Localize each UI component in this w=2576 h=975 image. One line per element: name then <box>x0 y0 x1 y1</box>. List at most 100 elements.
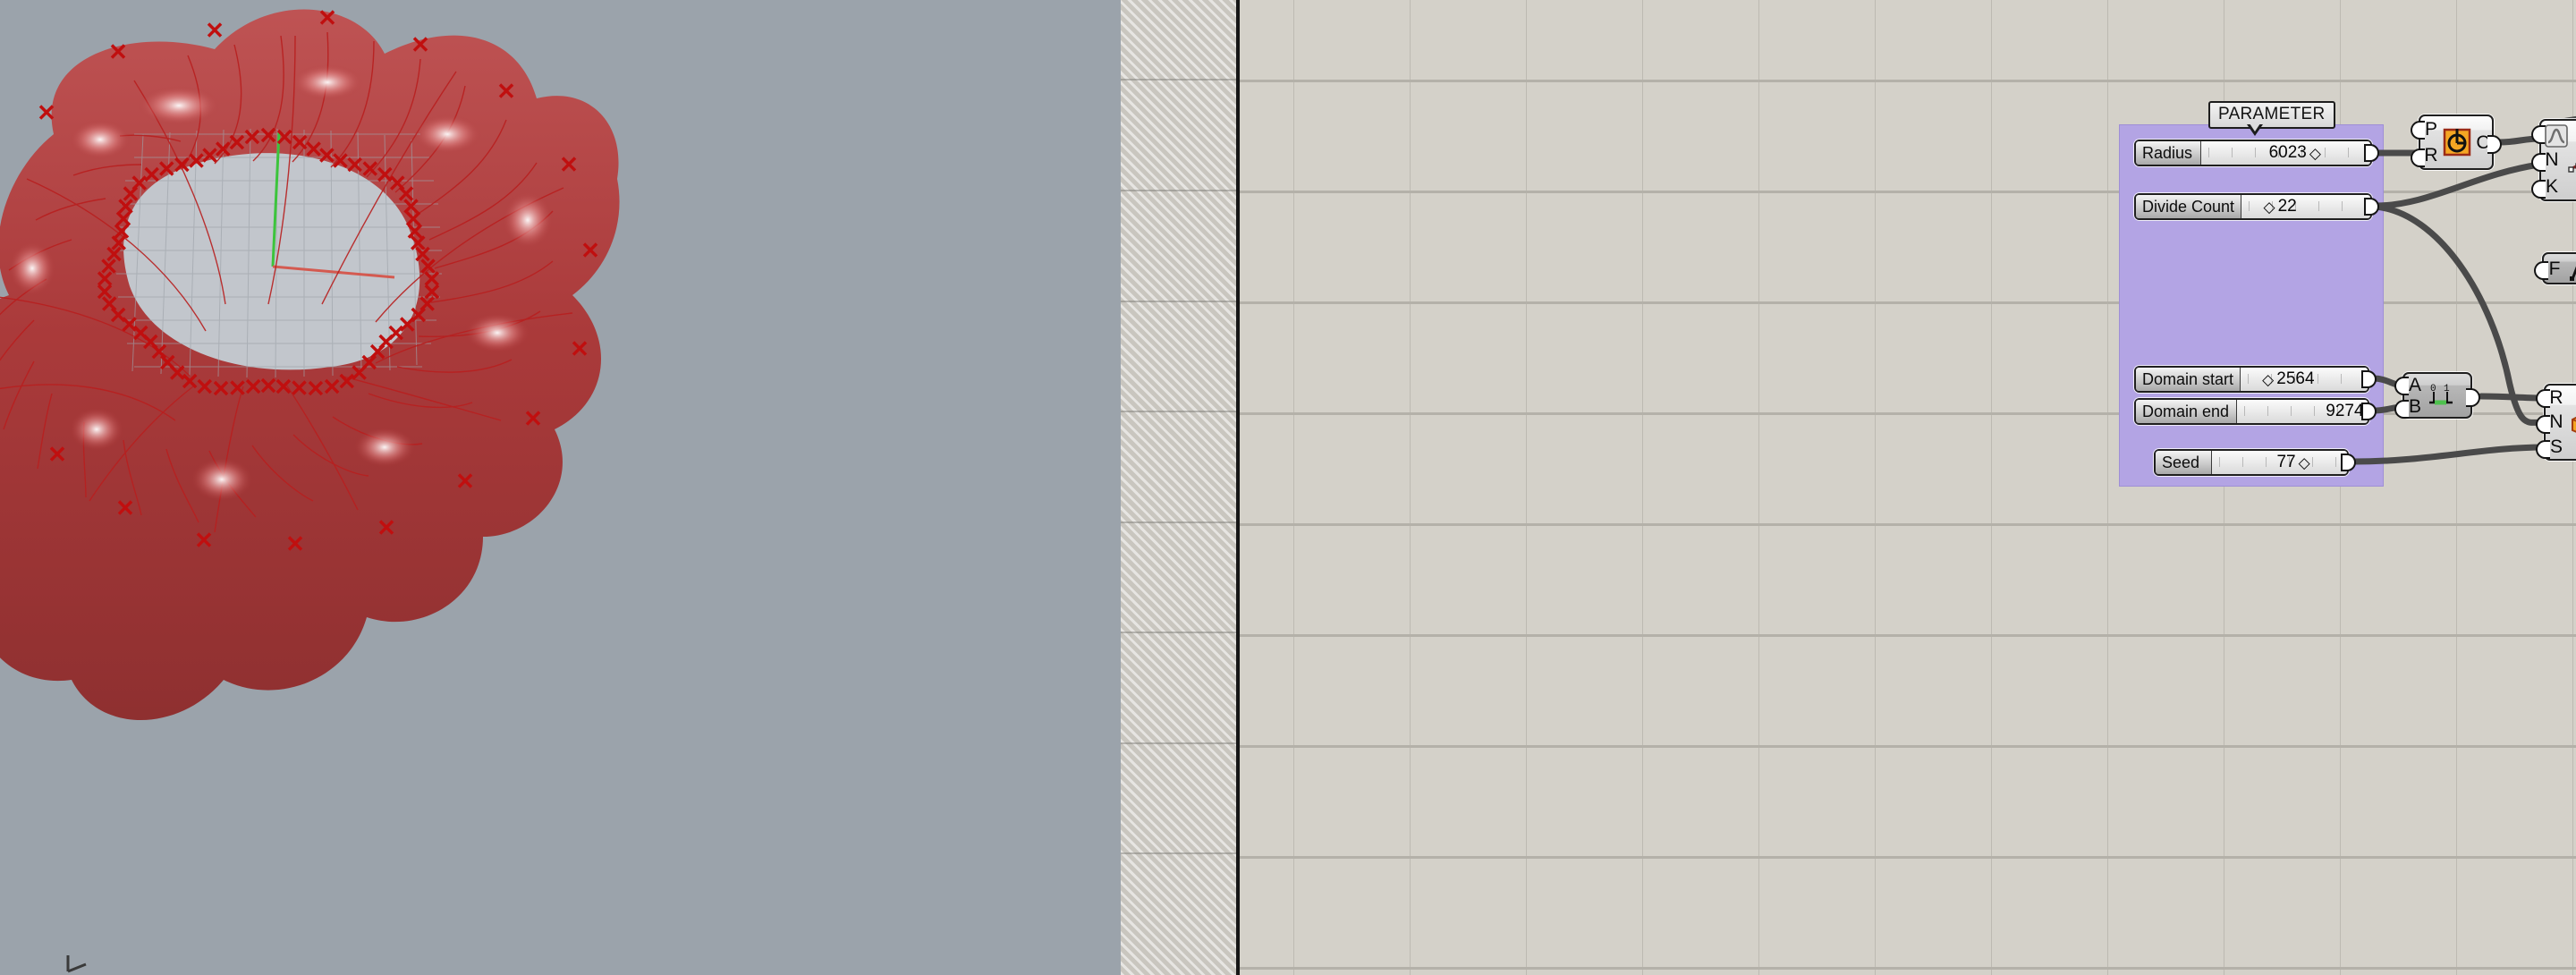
splitter-divider <box>1121 79 1236 81</box>
divide-count-slider[interactable]: Divide Count ◇ 22 <box>2134 193 2379 220</box>
radius-slider-track[interactable]: 6023 ◇ <box>2201 141 2370 165</box>
circle-icon <box>2443 128 2471 157</box>
random-component[interactable]: RNSR <box>2536 384 2576 461</box>
viewport-scene: ✕✕✕✕✕✕✕✕✕✕✕✕✕✕✕✕✕✕✕✕✕✕✕✕✕✕✕✕✕✕✕✕✕✕✕✕✕✕✕✕… <box>0 4 620 720</box>
construct-domain-component[interactable]: AB01I <box>2394 372 2480 419</box>
construct-domain-component-port-in-b[interactable] <box>2394 399 2409 419</box>
group-label-tag: PARAMETER <box>2208 101 2335 136</box>
domain-start-slider-grip-icon[interactable]: ◇ <box>2262 372 2274 387</box>
divide-curve-icon <box>2568 163 2576 173</box>
circle-component[interactable]: PRC <box>2411 114 2502 170</box>
divide-count-slider-readout: ◇ 22 <box>2264 195 2297 218</box>
point-marker: ✕ <box>115 495 135 521</box>
grid-line-vertical <box>2107 0 2108 975</box>
point-marker: ✕ <box>194 527 214 554</box>
grid-line-horizontal <box>1240 856 2576 859</box>
group-label-text: PARAMETER <box>2208 101 2335 129</box>
seed-slider-label[interactable]: Seed <box>2156 451 2212 474</box>
radius-slider[interactable]: Radius 6023 ◇ <box>2134 140 2379 166</box>
seed-slider-value: 77 <box>2276 453 2296 471</box>
seed-slider-grip-icon[interactable]: ◇ <box>2299 455 2310 471</box>
domain-start-slider-value: 2564 <box>2276 369 2315 388</box>
construct-domain-component-port-in-a[interactable] <box>2394 376 2409 395</box>
divide-curve-component-port-in-k[interactable] <box>2531 180 2546 199</box>
point-marker: ✕ <box>318 4 337 31</box>
domain-start-slider-readout: ◇ 2564 <box>2262 368 2314 391</box>
grid-line-vertical <box>1642 0 1643 975</box>
grid-line-vertical <box>1410 0 1411 975</box>
grid-line-horizontal <box>1240 967 2576 970</box>
domain-end-slider-track[interactable]: 9274◇ <box>2237 400 2368 423</box>
domain-end-slider-value: 9274 <box>2326 402 2364 420</box>
random-box-icon <box>2572 416 2576 433</box>
unit-z-component-port-in-f[interactable] <box>2534 260 2548 280</box>
cplane-axes-icon <box>66 955 87 973</box>
unit-z-component[interactable]: FZV <box>2534 252 2576 284</box>
point-marker: ✕ <box>523 405 543 432</box>
domain-end-slider[interactable]: Domain end9274◇ <box>2134 398 2377 425</box>
random-component-port-in-r[interactable] <box>2536 388 2550 408</box>
point-marker: ✕ <box>570 335 589 362</box>
grid-line-vertical <box>1875 0 1876 975</box>
domain-start-slider[interactable]: Domain start ◇ 2564 <box>2134 366 2377 393</box>
radius-slider-value: 6023 <box>2268 143 2307 162</box>
divide-count-slider-track[interactable]: ◇ 22 <box>2241 195 2370 218</box>
random-component-port-in-s[interactable] <box>2536 440 2550 460</box>
splitter-divider <box>1121 411 1236 412</box>
grid-line-horizontal <box>1240 80 2576 82</box>
splitter-divider <box>1121 190 1236 191</box>
divide-curve-component-port-in-c[interactable] <box>2531 124 2546 144</box>
grasshopper-canvas[interactable]: PARAMETER Radius 6023 ◇ Divide Count ◇ 2… <box>1240 0 2576 975</box>
rhino-perspective-viewport[interactable]: ✕ ✕ ✕ ✕ ✕ ✕ ✕ ✕ ✕ ✕ ✕ ✕ ✕ ✕ ✕ ✕ ✕ ✕ ✕ ✕ ✕ ✕ ✕ ✕ ✕ ✕ ✕ ✕ ✕ ✕ ✕ ✕ ✕ ✕ ✕ ✕ ✕ ✕ ✕ ✕… <box>0 0 1121 975</box>
circle-component-port-out-c[interactable] <box>2487 134 2502 154</box>
point-marker: ✕ <box>47 441 67 468</box>
group-label-tail-inner <box>2250 123 2260 131</box>
divide-curve-component[interactable]: CNKPTt <box>2531 119 2576 201</box>
construct-domain-component-icon-slot: 01 <box>2426 380 2456 411</box>
circle-component-icon-slot <box>2442 127 2472 157</box>
radius-slider-label[interactable]: Radius <box>2136 141 2201 165</box>
grid-line-vertical <box>1758 0 1759 975</box>
divide-count-slider-grip-icon[interactable]: ◇ <box>2264 199 2275 215</box>
circle-component-port-in-p[interactable] <box>2411 121 2425 140</box>
splitter-divider <box>1121 301 1236 302</box>
domain-start-slider-track[interactable]: ◇ 2564 <box>2241 368 2368 391</box>
domain-0-1-icon: 01 <box>2429 384 2453 405</box>
point-marker: ✕ <box>496 78 516 105</box>
point-marker: ✕ <box>411 31 430 58</box>
divide-count-slider-value: 22 <box>2277 197 2297 216</box>
point-marker: ✕ <box>455 468 475 495</box>
divide-curve-component-port-in-n[interactable] <box>2531 152 2546 172</box>
unit-z-component-icon-slot: Z <box>2565 253 2576 284</box>
graph-mapper-badge <box>2545 124 2568 148</box>
grid-line-vertical <box>1526 0 1527 975</box>
random-component-icon-slot <box>2567 407 2576 437</box>
grid-line-horizontal <box>1240 745 2576 748</box>
construct-domain-component-port-out-i[interactable] <box>2466 387 2480 407</box>
splitter-divider <box>1121 852 1236 854</box>
random-component-port-in-n[interactable] <box>2536 414 2550 434</box>
parameter-group[interactable] <box>2119 124 2384 487</box>
divide-count-slider-label[interactable]: Divide Count <box>2136 195 2242 218</box>
point-marker: ✕ <box>580 237 600 264</box>
wire-count-to-divide-n <box>2372 161 2543 209</box>
seed-slider[interactable]: Seed 77 ◇ <box>2154 449 2356 476</box>
circle-component-port-in-r[interactable] <box>2411 148 2425 167</box>
point-marker: ✕ <box>377 514 396 541</box>
grid-line-vertical <box>1293 0 1294 975</box>
unit-z-icon: Z <box>2570 266 2576 281</box>
point-marker: ✕ <box>108 38 128 65</box>
domain-start-slider-label[interactable]: Domain start <box>2136 368 2241 391</box>
point-marker: ✕ <box>37 99 56 126</box>
seed-slider-readout: 77 ◇ <box>2276 451 2309 474</box>
viewport-splitter[interactable] <box>1121 0 1240 975</box>
grid-line-horizontal <box>1240 634 2576 637</box>
radius-slider-grip-icon[interactable]: ◇ <box>2309 146 2321 161</box>
splitter-divider <box>1121 521 1236 523</box>
wire-domain-to-random-r <box>2478 393 2547 402</box>
graph-mapper-badge[interactable] <box>2545 124 2568 152</box>
grasshopper-rhino-window: ✕ ✕ ✕ ✕ ✕ ✕ ✕ ✕ ✕ ✕ ✕ ✕ ✕ ✕ ✕ ✕ ✕ ✕ ✕ ✕ ✕ ✕ ✕ ✕ ✕ ✕ ✕ ✕ ✕ ✕ ✕ ✕ ✕ ✕ ✕ ✕ ✕ ✕ ✕ ✕… <box>0 0 2576 975</box>
domain-end-slider-label[interactable]: Domain end <box>2136 400 2237 423</box>
seed-slider-track[interactable]: 77 ◇ <box>2212 451 2347 474</box>
splitter-divider <box>1121 632 1236 633</box>
